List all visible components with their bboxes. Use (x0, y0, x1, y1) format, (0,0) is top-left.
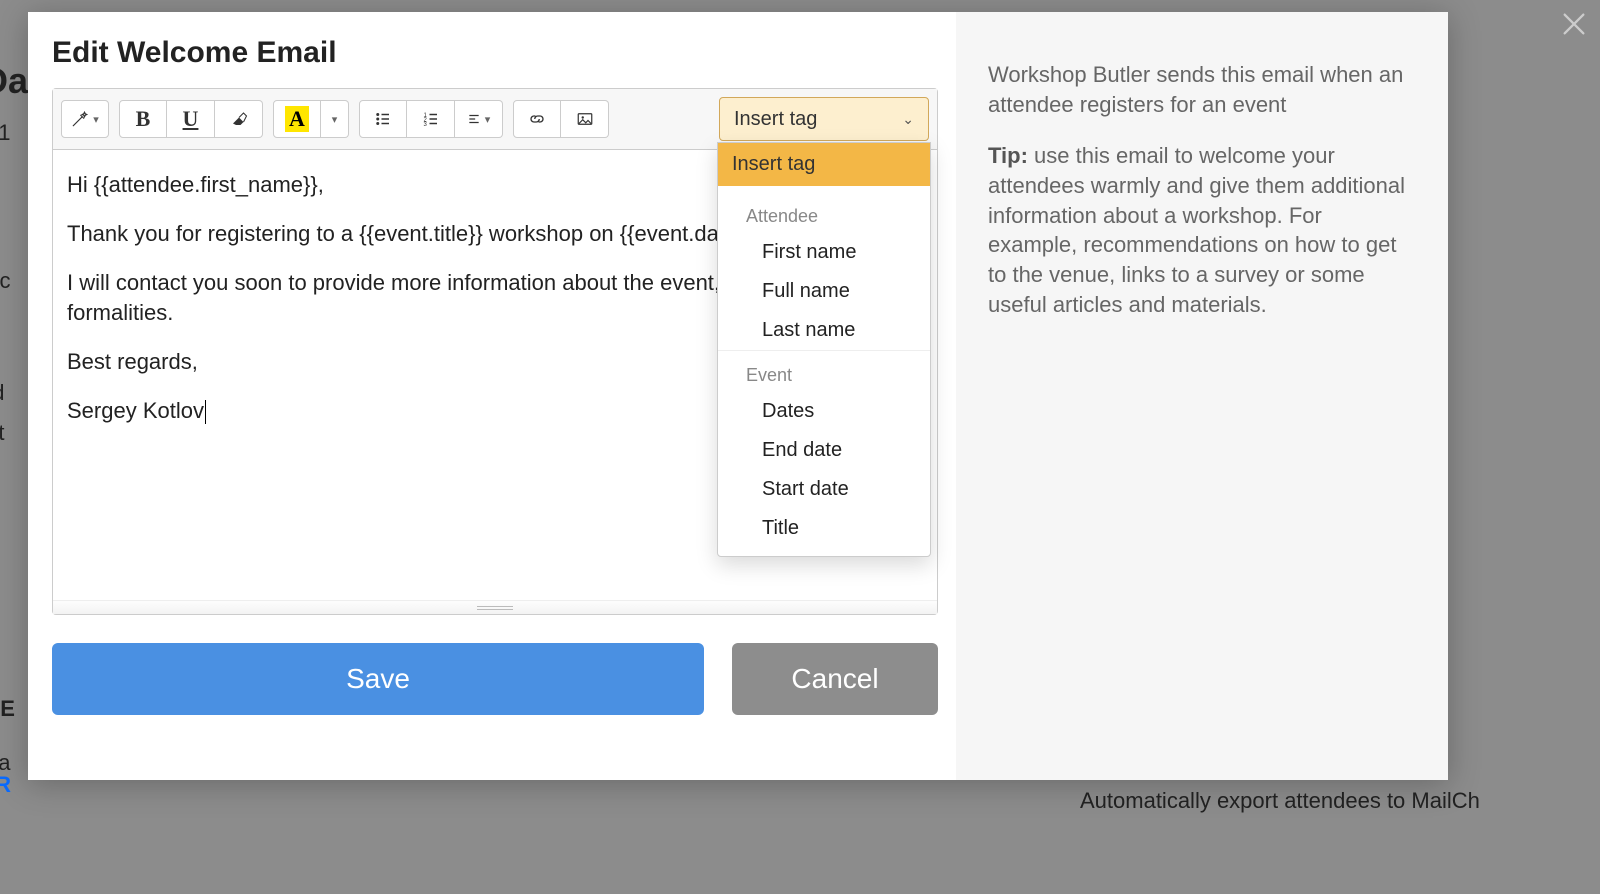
dropdown-item-last-name[interactable]: Last name (718, 311, 930, 350)
bg-text: Automatically export attendees to MailCh (1080, 788, 1480, 814)
editor-toolbar: B U A ▾ 123 (53, 89, 937, 150)
bg-text: rtit (0, 420, 4, 446)
insert-tag-label: Insert tag (734, 108, 817, 131)
bg-text: ed (0, 380, 4, 406)
rich-text-editor: B U A ▾ 123 (52, 88, 938, 615)
insert-tag-dropdown: Insert tag Attendee First name Full name… (717, 142, 931, 557)
text-color-icon: A (285, 106, 309, 132)
dropdown-section-attendee: Attendee (718, 192, 930, 233)
dropdown-item-first-name[interactable]: First name (718, 233, 930, 272)
grip-icon (477, 606, 513, 610)
magic-style-button[interactable] (61, 100, 109, 138)
close-icon (1560, 10, 1588, 38)
bg-text: , E (0, 696, 15, 722)
chevron-down-icon: ⌄ (902, 111, 914, 128)
save-button[interactable]: Save (52, 643, 704, 715)
editor-resize-handle[interactable] (53, 600, 937, 614)
bg-text: OR (0, 772, 11, 798)
link-icon (528, 110, 546, 128)
underline-button[interactable]: U (167, 100, 215, 138)
text-color-dropdown-button[interactable]: ▾ (321, 100, 349, 138)
text-caret (205, 400, 206, 424)
dropdown-item-title[interactable]: Title (718, 509, 930, 548)
dropdown-item-full-name[interactable]: Full name (718, 272, 930, 311)
clear-format-button[interactable] (215, 100, 263, 138)
modal-actions: Save Cancel (52, 643, 938, 715)
bullet-list-icon (374, 110, 392, 128)
dropdown-item-end-date[interactable]: End date (718, 431, 930, 470)
align-icon (467, 112, 481, 126)
dropdown-item-start-date[interactable]: Start date (718, 470, 930, 509)
text-color-button[interactable]: A (273, 100, 321, 138)
dropdown-section-event: Event (718, 350, 930, 392)
tip-label: Tip: (988, 143, 1028, 168)
chevron-down-icon: ▾ (332, 113, 338, 126)
bg-text: rec (0, 268, 11, 294)
edit-welcome-email-modal: Edit Welcome Email B U A ▾ (28, 12, 1448, 780)
help-tip: Tip: use this email to welcome your atte… (988, 141, 1412, 319)
numbered-list-button[interactable]: 123 (407, 100, 455, 138)
image-icon (576, 110, 594, 128)
tip-body: use this email to welcome your attendees… (988, 143, 1405, 316)
close-button[interactable] (1560, 10, 1588, 38)
bg-text: 01 (0, 120, 10, 146)
insert-tag-select: Insert tag ⌄ Insert tag Attendee First n… (719, 97, 929, 141)
modal-help-panel: Workshop Butler sends this email when an… (956, 12, 1448, 780)
insert-link-button[interactable] (513, 100, 561, 138)
modal-title: Edit Welcome Email (52, 36, 938, 70)
insert-image-button[interactable] (561, 100, 609, 138)
bold-icon: B (136, 106, 151, 132)
underline-icon: U (183, 106, 199, 132)
paragraph-align-button[interactable] (455, 100, 503, 138)
bold-button[interactable]: B (119, 100, 167, 138)
modal-main: Edit Welcome Email B U A ▾ (28, 12, 956, 780)
insert-tag-button[interactable]: Insert tag ⌄ (719, 97, 929, 141)
eraser-icon (230, 110, 248, 128)
magic-wand-icon (71, 110, 89, 128)
numbered-list-icon: 123 (422, 110, 440, 128)
cancel-button[interactable]: Cancel (732, 643, 938, 715)
dropdown-item-dates[interactable]: Dates (718, 392, 930, 431)
bg-text: Da (0, 60, 28, 102)
svg-text:3: 3 (423, 122, 427, 128)
bullet-list-button[interactable] (359, 100, 407, 138)
help-intro: Workshop Butler sends this email when an… (988, 60, 1412, 119)
dropdown-item-active[interactable]: Insert tag (718, 143, 930, 186)
